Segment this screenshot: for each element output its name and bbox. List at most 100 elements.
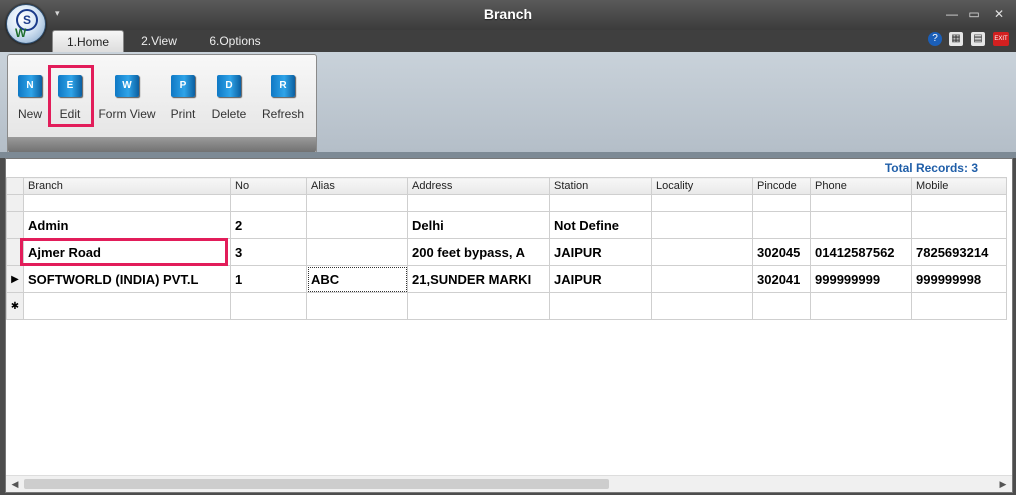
filter-cell[interactable] <box>911 194 1007 212</box>
branch-grid: Total Records: 3 Branch No Alias Address… <box>5 158 1013 493</box>
print-button[interactable]: P Print <box>166 71 200 129</box>
edit-highlight-box <box>48 65 94 127</box>
cell-locality[interactable] <box>651 265 753 293</box>
cell-no[interactable]: 3 <box>230 238 307 266</box>
window-title: Branch <box>483 6 533 22</box>
cell-address[interactable]: Delhi <box>407 211 550 239</box>
filter-cell[interactable] <box>407 194 550 212</box>
calculator-icon[interactable]: ▦ <box>949 32 963 46</box>
cell-address[interactable] <box>407 292 550 320</box>
cell-alias[interactable] <box>306 211 408 239</box>
cell-branch[interactable]: Admin <box>23 211 231 239</box>
print-book-icon: P <box>171 75 195 97</box>
form-view-button[interactable]: W Form View <box>96 71 158 129</box>
col-header-locality[interactable]: Locality <box>651 177 753 195</box>
cell-phone[interactable] <box>810 292 912 320</box>
cell-station[interactable]: JAIPUR <box>549 238 652 266</box>
filter-row-header <box>6 194 24 212</box>
header-corner <box>6 177 24 195</box>
new-book-icon: N <box>18 75 42 97</box>
row-indicator[interactable]: ▶ <box>6 265 24 293</box>
total-records: Total Records: 3 <box>884 161 978 175</box>
tab-view[interactable]: 2.View <box>132 30 186 52</box>
cell-mobile[interactable] <box>911 292 1007 320</box>
app-logo[interactable]: S W <box>6 4 46 44</box>
cell-phone[interactable]: 999999999 <box>810 265 912 293</box>
scroll-right-icon[interactable]: ▶ <box>996 477 1010 491</box>
minimize-button[interactable]: — <box>944 6 960 22</box>
table-row[interactable]: Admin 2 Delhi Not Define <box>6 211 1007 239</box>
print-button-label: Print <box>170 107 196 121</box>
cell-pincode[interactable] <box>752 292 811 320</box>
col-header-mobile[interactable]: Mobile <box>911 177 1007 195</box>
cell-alias[interactable] <box>306 292 408 320</box>
cell-branch[interactable] <box>23 292 231 320</box>
filter-cell[interactable] <box>752 194 811 212</box>
tab-options[interactable]: 6.Options <box>198 30 272 52</box>
col-header-alias[interactable]: Alias <box>306 177 408 195</box>
delete-book-icon: D <box>217 75 241 97</box>
delete-button[interactable]: D Delete <box>208 71 250 129</box>
header-row: Branch No Alias Address Station Locality… <box>6 177 1007 195</box>
filter-cell[interactable] <box>23 194 231 212</box>
refresh-button[interactable]: R Refresh <box>258 71 308 129</box>
ribbon-group-footer <box>8 137 316 153</box>
cell-alias[interactable] <box>306 238 408 266</box>
refresh-book-icon: R <box>271 75 295 97</box>
new-row-indicator[interactable]: ✱ <box>6 292 24 320</box>
scroll-left-icon[interactable]: ◀ <box>8 477 22 491</box>
cell-pincode[interactable]: 302045 <box>752 238 811 266</box>
ajmer-road-highlight-box <box>20 238 228 266</box>
col-header-no[interactable]: No <box>230 177 307 195</box>
cell-pincode[interactable] <box>752 211 811 239</box>
cell-no[interactable]: 2 <box>230 211 307 239</box>
cell-locality[interactable] <box>651 292 753 320</box>
cell-mobile[interactable]: 999999998 <box>911 265 1007 293</box>
new-row[interactable]: ✱ <box>6 292 1007 320</box>
restore-button[interactable]: ▭ <box>966 6 982 22</box>
cell-no[interactable] <box>230 292 307 320</box>
close-button[interactable]: ✕ <box>991 6 1007 22</box>
horizontal-scrollbar[interactable]: ◀ ▶ <box>6 475 1012 492</box>
delete-button-label: Delete <box>211 107 247 121</box>
cell-locality[interactable] <box>651 211 753 239</box>
cell-address[interactable]: 200 feet bypass, A <box>407 238 550 266</box>
filter-cell[interactable] <box>810 194 912 212</box>
form-view-book-icon: W <box>115 75 139 97</box>
col-header-station[interactable]: Station <box>549 177 652 195</box>
col-header-branch[interactable]: Branch <box>23 177 231 195</box>
table-row[interactable]: ▶ SOFTWORLD (INDIA) PVT.L 1 ABC 21,SUNDE… <box>6 265 1007 293</box>
cell-pincode[interactable]: 302041 <box>752 265 811 293</box>
cell-mobile[interactable] <box>911 211 1007 239</box>
scroll-thumb[interactable] <box>24 479 609 489</box>
cell-phone[interactable] <box>810 211 912 239</box>
new-button-label: New <box>17 107 42 121</box>
filter-row <box>6 194 1007 212</box>
filter-cell[interactable] <box>230 194 307 212</box>
exit-icon[interactable]: EXIT <box>993 32 1009 46</box>
form-view-button-label: Form View <box>98 107 156 121</box>
filter-cell[interactable] <box>651 194 753 212</box>
new-button[interactable]: N New <box>14 71 46 129</box>
tab-home[interactable]: 1.Home <box>52 30 124 53</box>
cell-phone[interactable]: 01412587562 <box>810 238 912 266</box>
cell-station[interactable]: Not Define <box>549 211 652 239</box>
col-header-pincode[interactable]: Pincode <box>752 177 811 195</box>
cell-station[interactable] <box>549 292 652 320</box>
cell-station[interactable]: JAIPUR <box>549 265 652 293</box>
report-icon[interactable]: ▤ <box>971 32 985 46</box>
cell-alias[interactable]: ABC <box>306 265 408 293</box>
cell-address[interactable]: 21,SUNDER MARKI <box>407 265 550 293</box>
app-logo-w: W <box>15 26 27 40</box>
help-icon[interactable]: ? <box>928 32 942 46</box>
col-header-phone[interactable]: Phone <box>810 177 912 195</box>
cell-branch[interactable]: SOFTWORLD (INDIA) PVT.L <box>23 265 231 293</box>
cell-locality[interactable] <box>651 238 753 266</box>
cell-no[interactable]: 1 <box>230 265 307 293</box>
filter-cell[interactable] <box>306 194 408 212</box>
row-indicator[interactable] <box>6 211 24 239</box>
filter-cell[interactable] <box>549 194 652 212</box>
col-header-address[interactable]: Address <box>407 177 550 195</box>
cell-mobile[interactable]: 7825693214 <box>911 238 1007 266</box>
refresh-button-label: Refresh <box>261 107 305 121</box>
